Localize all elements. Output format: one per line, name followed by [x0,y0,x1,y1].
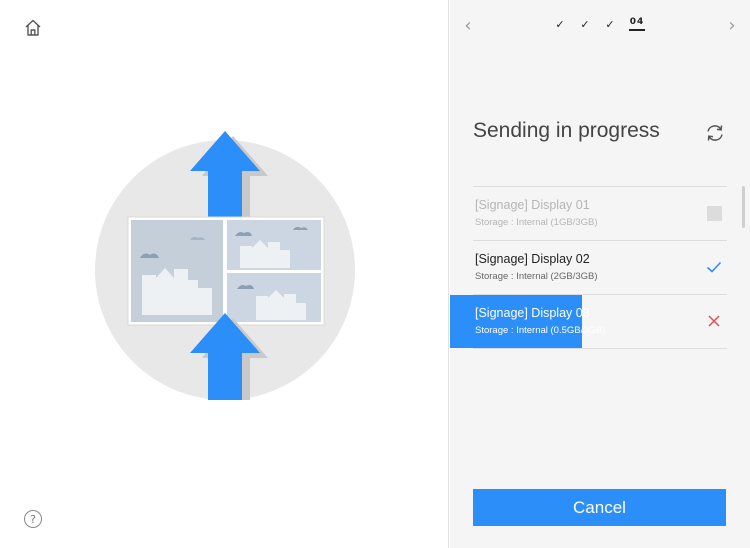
step-indicators: ✓ ✓ ✓ 04 [554,17,645,31]
chevron-left-icon[interactable]: ‹ [458,14,478,36]
step-navigator: ‹ ✓ ✓ ✓ 04 › [450,0,750,50]
device-name: [Signage] Display 02 [475,252,590,266]
check-icon [705,258,723,276]
help-glyph: ? [30,512,36,526]
device-list: [Signage] Display 01 Storage : Internal … [450,186,727,349]
pending-square-icon [705,204,723,222]
chevron-right-icon[interactable]: › [722,14,742,36]
device-name: [Signage] Display 03 [475,306,590,320]
device-storage: Storage : Internal (1GB/3GB) [475,217,598,228]
step-3-check-icon[interactable]: ✓ [604,18,616,31]
list-scrollbar[interactable] [742,186,745,228]
right-pane: ‹ ✓ ✓ ✓ 04 › Sending in progress [Signag… [450,0,750,548]
close-icon[interactable] [705,312,723,330]
refresh-icon[interactable] [704,122,726,144]
device-row[interactable]: [Signage] Display 03 Storage : Internal … [450,294,727,349]
device-row[interactable]: [Signage] Display 01 Storage : Internal … [473,186,727,240]
help-icon[interactable]: ? [24,510,42,528]
send-progress-bar [450,295,582,348]
upload-illustration [90,128,360,406]
home-icon[interactable] [20,15,46,41]
device-name: [Signage] Display 01 [475,198,590,212]
cancel-button[interactable]: Cancel [473,489,726,526]
device-storage: Storage : Internal (2GB/3GB) [475,271,598,282]
step-4-current[interactable]: 04 [629,17,645,31]
device-storage: Storage : Internal (0.5GB/3GB) [475,325,606,336]
page-title: Sending in progress [473,119,660,142]
step-1-check-icon[interactable]: ✓ [554,18,566,31]
step-2-check-icon[interactable]: ✓ [579,18,591,31]
left-pane: ? [0,0,449,548]
device-row[interactable]: [Signage] Display 02 Storage : Internal … [473,240,727,294]
